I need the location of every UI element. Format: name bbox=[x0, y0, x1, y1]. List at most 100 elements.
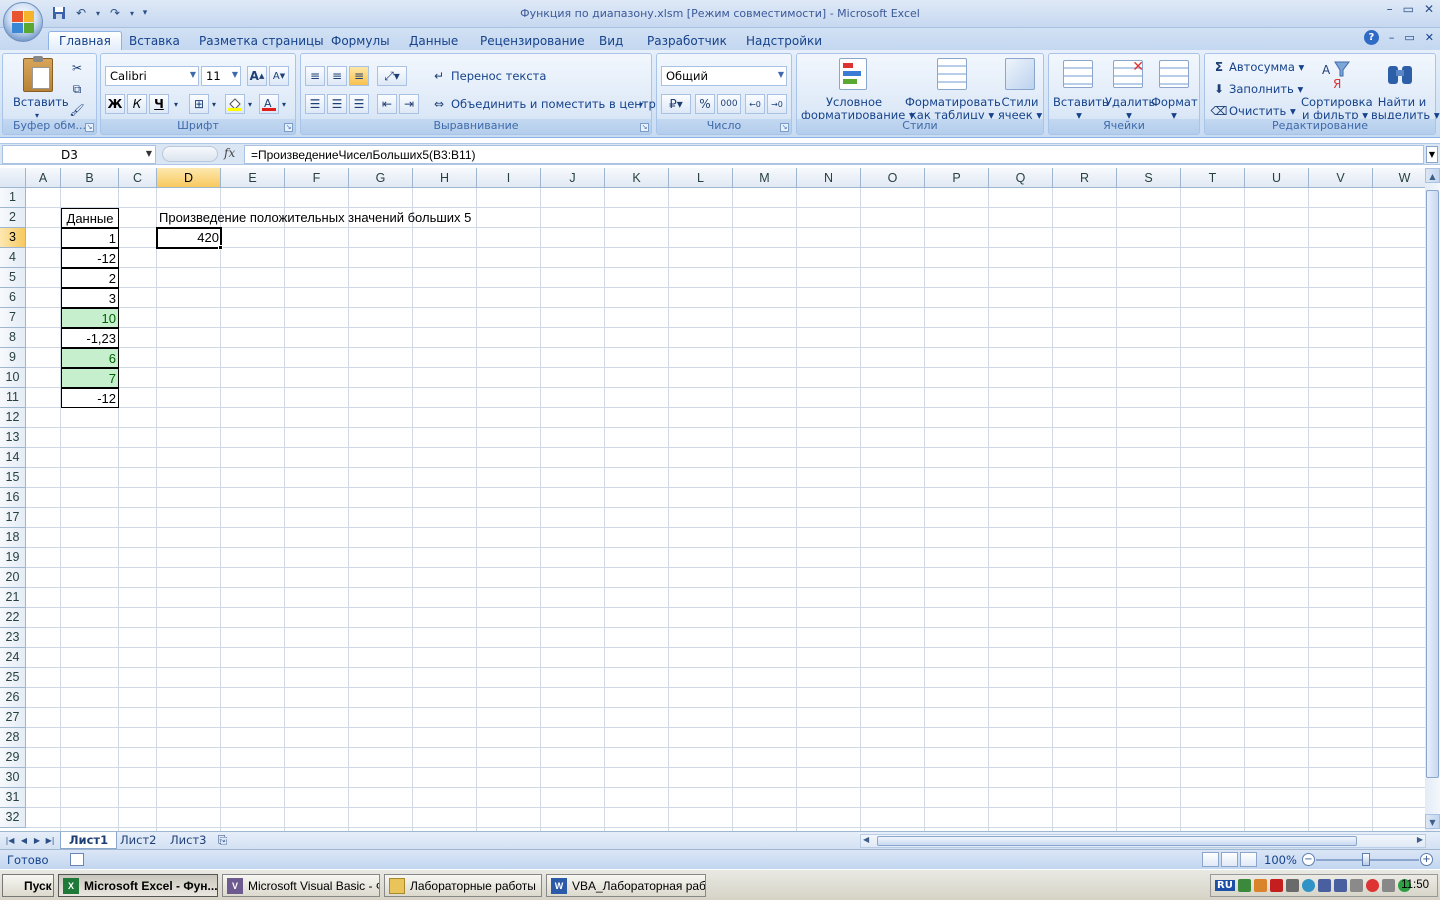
font-launcher-icon[interactable]: ↘ bbox=[284, 123, 293, 132]
task-vba-editor[interactable]: VMicrosoft Visual Basic - Ф... bbox=[222, 874, 380, 897]
scroll-left-icon[interactable]: ◀ bbox=[863, 835, 869, 844]
tray-app-icon[interactable] bbox=[1365, 879, 1379, 892]
tab-addins[interactable]: Надстройки bbox=[736, 31, 832, 50]
format-cells-icon[interactable] bbox=[1159, 60, 1189, 88]
tab-formulas[interactable]: Формулы bbox=[321, 31, 400, 50]
row-header-25[interactable]: 25 bbox=[0, 668, 26, 688]
font-size-select[interactable]: 11 ▼ bbox=[201, 66, 241, 86]
scroll-up-icon[interactable]: ▲ bbox=[1425, 168, 1440, 183]
tray-ati-icon[interactable] bbox=[1269, 879, 1283, 892]
worksheet-grid[interactable]: A B C D E F G H I J K L M N O P Q R S T U V W 1 2 3 4 5 6 7 8 9 10 11 12 13… bbox=[0, 168, 1425, 831]
row-header-32[interactable]: 32 bbox=[0, 808, 26, 828]
maximize-icon[interactable]: ▭ bbox=[1403, 2, 1414, 16]
column-header-s[interactable]: S bbox=[1117, 168, 1181, 188]
cell-styles-icon[interactable] bbox=[1005, 58, 1035, 90]
start-button[interactable]: Пуск bbox=[2, 874, 54, 897]
row-header-26[interactable]: 26 bbox=[0, 688, 26, 708]
delete-cells-icon[interactable]: ✕ bbox=[1113, 59, 1144, 88]
percent-button[interactable]: % bbox=[695, 94, 715, 114]
page-break-view-icon[interactable] bbox=[1240, 852, 1257, 867]
tray-app-icon[interactable] bbox=[1253, 879, 1267, 892]
task-word-doc[interactable]: W VBA_Лабораторная раб... bbox=[546, 874, 706, 897]
zoom-slider-thumb[interactable] bbox=[1362, 853, 1370, 866]
record-macro-icon[interactable] bbox=[70, 853, 84, 866]
column-header-l[interactable]: L bbox=[669, 168, 733, 188]
borders-icon[interactable]: ⊞ bbox=[189, 94, 209, 114]
tab-review[interactable]: Рецензирование bbox=[470, 31, 595, 50]
cell-b8[interactable]: -1,23 bbox=[61, 328, 119, 348]
cell-b4[interactable]: -12 bbox=[61, 248, 119, 268]
merge-center-button[interactable]: Объединить и поместить в центре bbox=[451, 98, 663, 111]
column-header-n[interactable]: N bbox=[797, 168, 861, 188]
paste-icon[interactable] bbox=[23, 56, 53, 92]
align-middle-icon[interactable]: ≡ bbox=[327, 66, 347, 86]
font-color-dropdown-icon[interactable]: ▾ bbox=[279, 94, 289, 114]
clipboard-launcher-icon[interactable]: ↘ bbox=[85, 123, 94, 132]
row-header-11[interactable]: 11 bbox=[0, 388, 26, 408]
normal-view-icon[interactable] bbox=[1202, 852, 1219, 867]
select-all-corner[interactable] bbox=[0, 168, 26, 188]
office-button[interactable] bbox=[3, 2, 43, 42]
tray-network-icon[interactable] bbox=[1333, 879, 1347, 892]
autosum-icon[interactable]: Σ bbox=[1209, 57, 1229, 77]
format-painter-icon[interactable]: 🖌 bbox=[67, 100, 87, 120]
column-header-m[interactable]: M bbox=[733, 168, 797, 188]
help-icon[interactable]: ? bbox=[1363, 30, 1379, 45]
increase-decimal-icon[interactable]: ←0 bbox=[745, 94, 765, 114]
borders-dropdown-icon[interactable]: ▾ bbox=[209, 94, 219, 114]
column-header-i[interactable]: I bbox=[477, 168, 541, 188]
zoom-out-icon[interactable]: − bbox=[1302, 853, 1315, 866]
column-header-a[interactable]: A bbox=[26, 168, 61, 188]
decrease-decimal-icon[interactable]: →0 bbox=[767, 94, 787, 114]
cell-b3[interactable]: 1 bbox=[61, 228, 119, 248]
number-launcher-icon[interactable]: ↘ bbox=[780, 123, 789, 132]
find-select-icon[interactable] bbox=[1385, 60, 1415, 90]
row-header-7[interactable]: 7 bbox=[0, 308, 26, 328]
merge-center-icon[interactable]: ⇔ bbox=[429, 94, 449, 114]
row-header-30[interactable]: 30 bbox=[0, 768, 26, 788]
column-header-e[interactable]: E bbox=[221, 168, 285, 188]
italic-button[interactable]: К bbox=[127, 94, 147, 114]
tab-view[interactable]: Вид bbox=[589, 31, 633, 50]
zoom-level[interactable]: 100% bbox=[1264, 853, 1297, 867]
sheet-tab-2[interactable]: Лист2 bbox=[112, 832, 164, 849]
cell-d2[interactable]: Произведение положительных значений боль… bbox=[157, 208, 557, 228]
column-header-q[interactable]: Q bbox=[989, 168, 1053, 188]
bold-button[interactable]: Ж bbox=[105, 94, 125, 114]
scroll-right-icon[interactable]: ▶ bbox=[1417, 835, 1423, 844]
font-name-select[interactable]: Calibri ▼ bbox=[105, 66, 199, 86]
row-header-23[interactable]: 23 bbox=[0, 628, 26, 648]
sort-filter-icon[interactable]: АЯ bbox=[1321, 60, 1351, 91]
row-header-13[interactable]: 13 bbox=[0, 428, 26, 448]
wrap-text-icon[interactable]: ↵ bbox=[429, 66, 449, 86]
tab-page-layout[interactable]: Разметка страницы bbox=[189, 31, 334, 50]
row-header-10[interactable]: 10 bbox=[0, 368, 26, 388]
row-header-8[interactable]: 8 bbox=[0, 328, 26, 348]
tab-data[interactable]: Данные bbox=[399, 31, 468, 50]
currency-format-icon[interactable]: ₽▾ bbox=[661, 94, 691, 114]
row-header-14[interactable]: 14 bbox=[0, 448, 26, 468]
row-header-19[interactable]: 19 bbox=[0, 548, 26, 568]
orientation-icon[interactable]: ⤢▾ bbox=[377, 66, 407, 86]
align-left-icon[interactable]: ☰ bbox=[305, 94, 325, 114]
formula-input[interactable]: =ПроизведениеЧиселБольших5(B3:B11) bbox=[244, 145, 1424, 164]
workbook-minimize-icon[interactable]: – bbox=[1389, 31, 1395, 44]
number-format-select[interactable]: Общий ▼ bbox=[661, 66, 787, 86]
cell-b7[interactable]: 10 bbox=[61, 308, 119, 328]
language-indicator[interactable]: RU bbox=[1215, 880, 1235, 891]
shrink-font-button[interactable]: A ▼ bbox=[269, 66, 289, 86]
wrap-text-button[interactable]: Перенос текста bbox=[451, 70, 546, 83]
row-header-16[interactable]: 16 bbox=[0, 488, 26, 508]
task-excel[interactable]: X Microsoft Excel - Фун... bbox=[58, 874, 218, 897]
copy-icon[interactable]: ⧉ bbox=[67, 79, 87, 99]
sheet-tab-1[interactable]: Лист1 bbox=[60, 832, 118, 849]
merge-dropdown-icon[interactable]: ▾ bbox=[639, 98, 643, 111]
row-header-15[interactable]: 15 bbox=[0, 468, 26, 488]
column-header-p[interactable]: P bbox=[925, 168, 989, 188]
minimize-icon[interactable]: – bbox=[1387, 2, 1393, 16]
scroll-down-icon[interactable]: ▼ bbox=[1425, 814, 1440, 829]
cell-b2[interactable]: Данные bbox=[61, 208, 119, 228]
underline-dropdown-icon[interactable]: ▾ bbox=[171, 94, 181, 114]
clear-icon[interactable]: ⌫ bbox=[1209, 101, 1229, 121]
column-header-j[interactable]: J bbox=[541, 168, 605, 188]
